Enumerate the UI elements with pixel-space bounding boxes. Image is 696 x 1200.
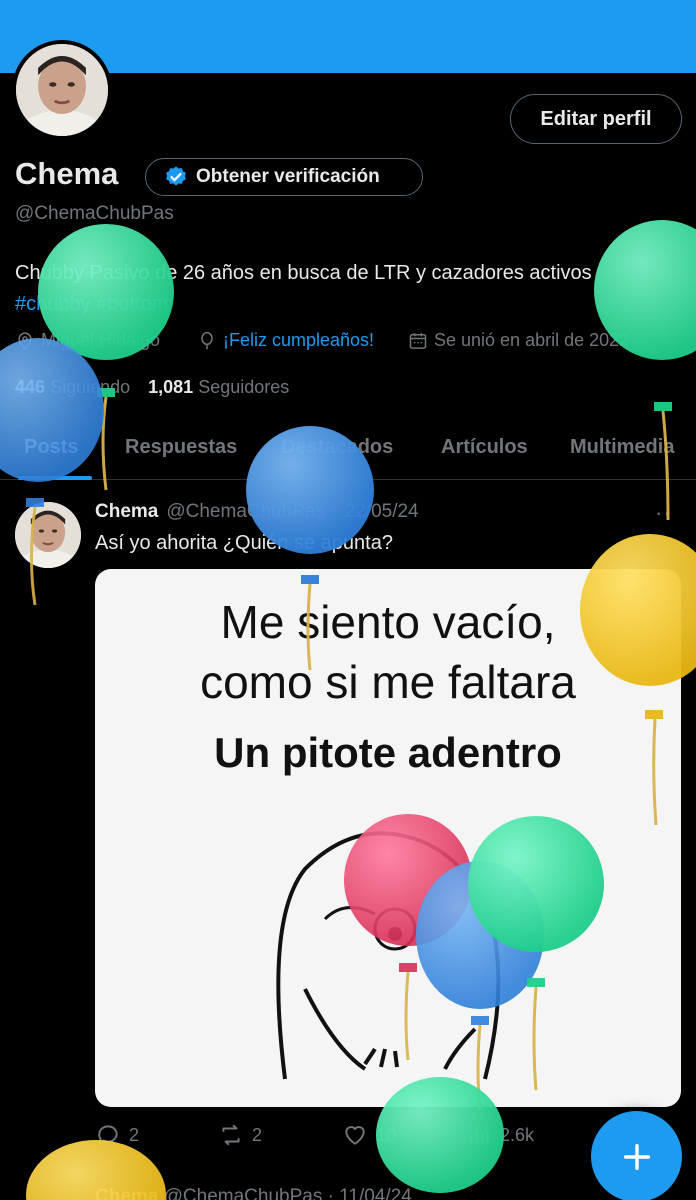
repost-count: 2 bbox=[252, 1124, 263, 1145]
profile-name: Chema bbox=[15, 156, 119, 191]
plus-icon bbox=[623, 1143, 650, 1170]
profile-banner[interactable] bbox=[0, 0, 696, 73]
following-link[interactable]: 446 Siguiendo bbox=[15, 377, 130, 398]
bio-text: Chubby Pasivo de 26 años en busca de LTR… bbox=[15, 262, 592, 284]
joined-text: Se unió en abril de 2022 bbox=[434, 330, 630, 350]
followers-count: 1,081 bbox=[148, 377, 194, 397]
reply-icon bbox=[97, 1125, 118, 1147]
meme-line-1: Me siento vacío, bbox=[220, 596, 556, 648]
profile-tabs: Posts Respuestas Destacados Artículos Mu… bbox=[0, 420, 696, 480]
profile-location: Miguel Hidalgo bbox=[15, 330, 160, 351]
repost-icon bbox=[222, 1124, 240, 1146]
next-post-header: Chema @ChemaChubPas · 11/04/24 bbox=[95, 1186, 412, 1200]
post-author-handle[interactable]: @ChemaChubPas bbox=[166, 501, 325, 523]
following-label: Siguiendo bbox=[50, 377, 131, 397]
reply-count: 2 bbox=[129, 1124, 140, 1145]
like-button[interactable]: 10 bbox=[342, 1122, 396, 1148]
profile-joined: Se unió en abril de 2022 bbox=[408, 330, 629, 351]
followers-link[interactable]: 1,081 Seguidores bbox=[148, 377, 289, 398]
edit-profile-button[interactable]: Editar perfil bbox=[510, 94, 682, 144]
tab-highlights[interactable]: Destacados bbox=[281, 436, 393, 459]
follow-stats: 446 Siguiendo 1,081 Seguidores bbox=[15, 377, 289, 398]
meme-cartoon-drawing bbox=[276, 831, 501, 1080]
repost-button[interactable]: 2 bbox=[218, 1122, 262, 1148]
bio-hashtags[interactable]: #chubby #bottom bbox=[15, 289, 685, 320]
verified-badge-icon bbox=[166, 166, 186, 186]
heart-icon bbox=[345, 1126, 365, 1145]
more-options-icon[interactable]: ·· bbox=[655, 500, 672, 526]
views-button[interactable]: 2.6k bbox=[466, 1122, 534, 1148]
meme-line-2: como si me faltara bbox=[200, 656, 576, 708]
avatar-photo bbox=[15, 502, 81, 568]
tab-posts[interactable]: Posts bbox=[24, 436, 78, 459]
post-date[interactable]: · 22/05/24 bbox=[333, 501, 419, 523]
balloon-icon bbox=[201, 331, 213, 349]
next-post-date[interactable]: · 11/04/24 bbox=[328, 1186, 412, 1200]
followers-label: Seguidores bbox=[198, 377, 290, 397]
profile-birthday[interactable]: ¡Feliz cumpleaños! bbox=[197, 330, 374, 351]
profile-avatar[interactable] bbox=[12, 40, 112, 140]
post-author-name[interactable]: Chema bbox=[95, 501, 158, 523]
compose-post-button[interactable] bbox=[591, 1111, 682, 1200]
views-icon bbox=[470, 1128, 489, 1144]
location-pin-icon bbox=[18, 331, 32, 350]
post-avatar[interactable] bbox=[15, 502, 81, 568]
following-count: 446 bbox=[15, 377, 46, 397]
profile-bio: Chubby Pasivo de 26 años en busca de LTR… bbox=[15, 258, 685, 320]
calendar-icon bbox=[409, 332, 427, 349]
next-post-author-name[interactable]: Chema bbox=[95, 1186, 158, 1200]
post-header: Chema @ChemaChubPas · 22/05/24 bbox=[95, 501, 419, 523]
avatar-photo bbox=[16, 44, 108, 136]
views-count: 2.6k bbox=[500, 1124, 535, 1145]
post-image[interactable]: Me siento vacío, como si me faltara Un p… bbox=[95, 569, 681, 1107]
tab-media[interactable]: Multimedia bbox=[570, 436, 674, 459]
get-verified-label: Obtener verificación bbox=[196, 166, 380, 187]
birthday-text[interactable]: ¡Feliz cumpleaños! bbox=[223, 330, 374, 351]
profile-handle: @ChemaChubPas bbox=[15, 203, 174, 224]
tab-articles[interactable]: Artículos bbox=[441, 436, 528, 459]
tab-replies[interactable]: Respuestas bbox=[125, 436, 237, 459]
post-text: Así yo ahorita ¿Quién se apunta? bbox=[95, 532, 393, 554]
get-verified-button[interactable]: Obtener verificación bbox=[145, 158, 423, 196]
active-tab-indicator bbox=[18, 476, 92, 480]
next-post-author-handle[interactable]: @ChemaChubPas bbox=[164, 1186, 323, 1200]
location-text: Miguel Hidalgo bbox=[41, 330, 161, 350]
meme-line-3: Un pitote adentro bbox=[214, 729, 562, 776]
reply-button[interactable]: 2 bbox=[95, 1122, 139, 1148]
like-count: 10 bbox=[376, 1124, 397, 1145]
